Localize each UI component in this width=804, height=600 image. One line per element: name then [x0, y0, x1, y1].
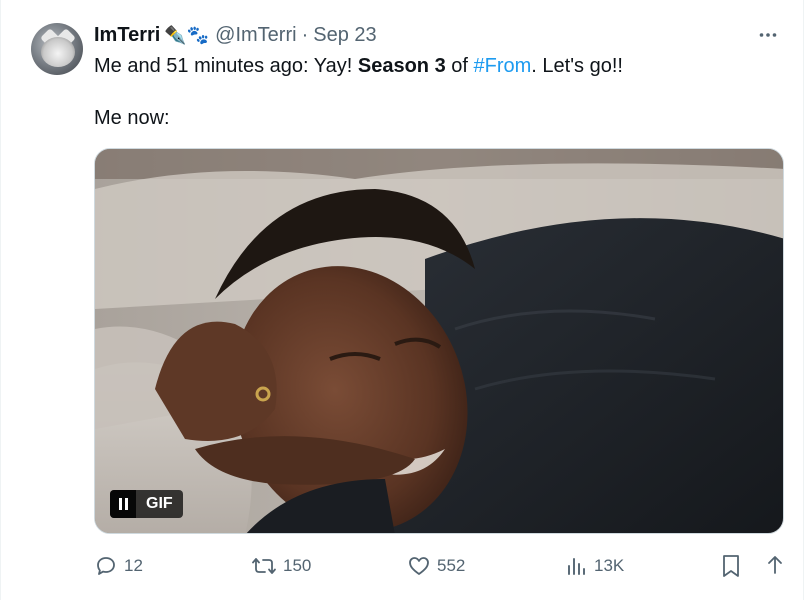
reply-button[interactable]: 12	[94, 552, 143, 580]
retweet-icon	[252, 558, 276, 574]
views-button[interactable]: 13K	[564, 552, 624, 580]
retweet-button[interactable]: 150	[251, 552, 311, 580]
heart-icon	[409, 557, 429, 575]
pause-icon[interactable]	[110, 490, 136, 518]
gif-label: GIF	[146, 495, 173, 512]
like-count: 552	[437, 556, 466, 575]
more-horizontal-icon[interactable]	[757, 24, 779, 46]
like-button[interactable]: 552	[407, 552, 465, 580]
gif-badge[interactable]: GIF	[110, 490, 183, 518]
share-icon	[768, 556, 782, 574]
views-chart-icon	[568, 558, 585, 575]
avatar-cat-face	[41, 37, 75, 67]
name-emojis: ✒️🐾	[164, 24, 210, 45]
views-count: 13K	[594, 556, 625, 575]
tweet-actions: 12 150 552 13K	[94, 552, 794, 580]
gif-frame-image	[95, 149, 783, 533]
tweet-text-suffix: . Let's go!!	[531, 55, 623, 77]
tweet-text-bold: Season 3	[357, 55, 446, 77]
avatar[interactable]	[31, 23, 83, 75]
display-name[interactable]: ImTerri	[94, 24, 160, 47]
gif-media[interactable]: GIF	[94, 148, 784, 534]
tweet-text-line-2: Me now:	[94, 107, 170, 129]
tweet-date[interactable]: Sep 23	[313, 24, 376, 47]
bookmark-button[interactable]	[720, 552, 748, 580]
tweet-card[interactable]: ImTerri ✒️🐾 @ImTerri · Sep 23 Me and 51 …	[0, 0, 804, 600]
separator-dot: ·	[301, 23, 309, 46]
tweet-text-prefix: Me and 51 minutes ago: Yay!	[94, 55, 358, 77]
hashtag-link[interactable]: #From	[474, 55, 532, 77]
tweet-text-mid: of	[445, 55, 474, 77]
reply-count: 12	[124, 556, 143, 575]
tweet-header: ImTerri ✒️🐾 @ImTerri · Sep 23	[94, 22, 377, 48]
reply-icon	[97, 557, 115, 575]
tweet-text-line-1: Me and 51 minutes ago: Yay! Season 3 of …	[94, 55, 623, 78]
retweet-count: 150	[283, 556, 312, 575]
user-handle[interactable]: @ImTerri	[215, 24, 296, 47]
bookmark-icon	[723, 555, 739, 577]
share-button[interactable]	[764, 552, 792, 580]
